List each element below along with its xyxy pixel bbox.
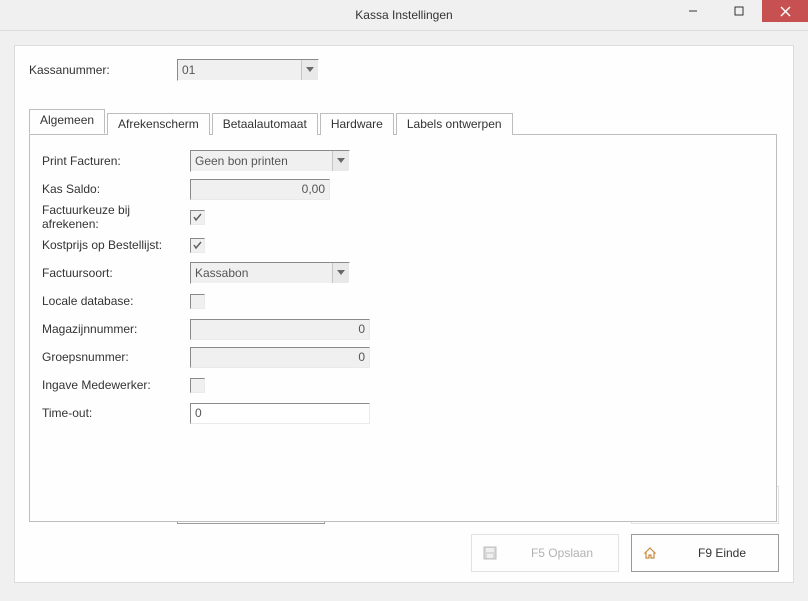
groepsnummer-field[interactable]: 0 xyxy=(190,347,370,368)
magazijn-label: Magazijnnummer: xyxy=(42,322,190,336)
tab-labels[interactable]: Labels ontwerpen xyxy=(396,113,513,135)
magazijn-value: 0 xyxy=(358,322,365,336)
tab-strip: Algemeen Afrekenscherm Betaalautomaat Ha… xyxy=(29,112,779,134)
maximize-button[interactable] xyxy=(716,0,762,22)
close-button[interactable] xyxy=(762,0,808,22)
opslaan-label: F5 Opslaan xyxy=(516,546,608,560)
kostprijs-checkbox[interactable] xyxy=(190,238,205,253)
tab-afrekenscherm[interactable]: Afrekenscherm xyxy=(107,113,210,135)
kas-saldo-field[interactable]: 0,00 xyxy=(190,179,330,200)
kassanummer-select[interactable]: 01 xyxy=(177,59,319,81)
kostprijs-label: Kostprijs op Bestellijst: xyxy=(42,238,190,252)
chevron-down-icon xyxy=(333,263,349,283)
chevron-down-icon xyxy=(302,60,318,80)
minimize-button[interactable] xyxy=(670,0,716,22)
print-facturen-label: Print Facturen: xyxy=(42,154,190,168)
groepsnummer-label: Groepsnummer: xyxy=(42,350,190,364)
factuursoort-label: Factuursoort: xyxy=(42,266,190,280)
ingave-medewerker-label: Ingave Medewerker: xyxy=(42,378,190,392)
groepsnummer-value: 0 xyxy=(358,350,365,364)
locale-db-label: Locale database: xyxy=(42,294,190,308)
factuursoort-select[interactable]: Kassabon xyxy=(190,262,350,284)
print-facturen-select[interactable]: Geen bon printen xyxy=(190,150,350,172)
kassanummer-label: Kassanummer: xyxy=(29,63,177,77)
main-panel: Kassanummer: 01 Algemeen Afrekenscherm B… xyxy=(14,45,794,583)
print-facturen-value: Geen bon printen xyxy=(191,151,333,171)
title-bar: Kassa Instellingen xyxy=(0,0,808,31)
tab-algemeen[interactable]: Algemeen xyxy=(29,109,105,134)
magazijn-field[interactable]: 0 xyxy=(190,319,370,340)
chevron-down-icon xyxy=(333,151,349,171)
einde-button[interactable]: F9 Einde xyxy=(631,534,779,572)
ingave-medewerker-checkbox[interactable] xyxy=(190,378,205,393)
timeout-value: 0 xyxy=(195,406,202,420)
locale-db-checkbox[interactable] xyxy=(190,294,205,309)
tab-betaalautomaat[interactable]: Betaalautomaat xyxy=(212,113,318,135)
home-icon xyxy=(642,546,658,560)
tab-hardware[interactable]: Hardware xyxy=(320,113,394,135)
einde-label: F9 Einde xyxy=(676,546,768,560)
timeout-field[interactable]: 0 xyxy=(190,403,370,424)
factuursoort-value: Kassabon xyxy=(191,263,333,283)
opslaan-button: F5 Opslaan xyxy=(471,534,619,572)
save-icon xyxy=(482,546,498,560)
timeout-label: Time-out: xyxy=(42,406,190,420)
kassanummer-value: 01 xyxy=(178,60,302,80)
kas-saldo-value: 0,00 xyxy=(302,182,325,196)
tab-page-algemeen: Print Facturen: Geen bon printen Kas Sal… xyxy=(29,134,777,522)
factuurkeuze-label: Factuurkeuze bij afrekenen: xyxy=(42,203,190,231)
window-controls xyxy=(670,0,808,22)
kas-saldo-label: Kas Saldo: xyxy=(42,182,190,196)
factuurkeuze-checkbox[interactable] xyxy=(190,210,205,225)
